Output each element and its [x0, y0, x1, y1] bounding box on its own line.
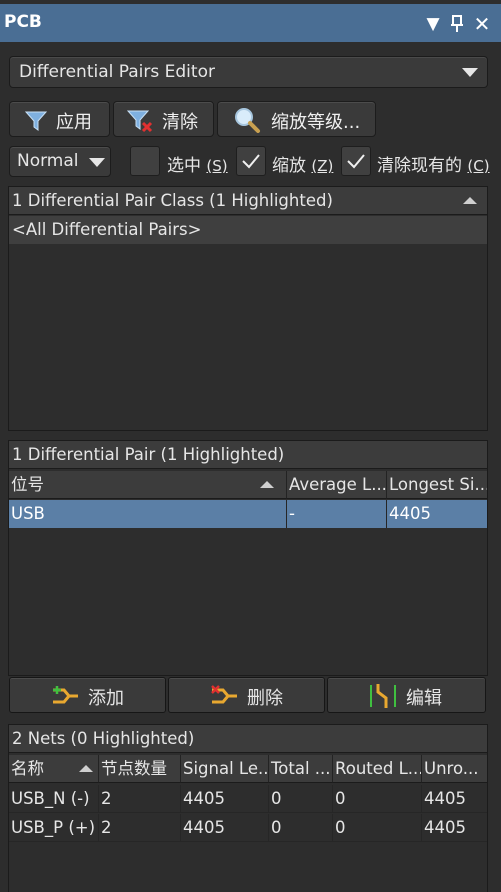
edit-label: 编辑 — [406, 688, 442, 709]
panel-selector-value: Differential Pairs Editor — [19, 62, 215, 82]
select-checkbox[interactable] — [130, 146, 160, 176]
filter-icon — [25, 111, 47, 131]
zoom-level-button[interactable]: 缩放等级... — [217, 101, 376, 137]
net-unrouted-cell: 4405 — [424, 818, 466, 837]
clear-existing-checkbox-label: 清除现有的 (C) — [377, 156, 490, 176]
column-header-signal-length[interactable]: Signal Le... — [181, 755, 269, 783]
zoom-checkbox[interactable] — [236, 146, 266, 176]
chevron-down-icon — [89, 158, 105, 167]
select-checkbox-label: 选中 (S) — [167, 156, 228, 176]
nets-panel-header: 2 Nets (0 Highlighted) — [9, 725, 487, 753]
differential-pair-classes-panel: 1 Differential Pair Class (1 Highlighted… — [8, 186, 488, 431]
checkmark-icon — [347, 154, 365, 169]
panel-menu-icon[interactable]: ▼ — [421, 10, 445, 38]
clear-button[interactable]: 清除 — [113, 101, 214, 137]
column-header-unrouted[interactable]: Unro... — [422, 755, 487, 783]
table-row[interactable]: USB_P (+) 2 4405 0 0 4405 — [9, 814, 487, 842]
magnifier-icon — [235, 108, 260, 133]
edit-pair-icon — [370, 684, 396, 708]
classes-panel-header: 1 Differential Pair Class (1 Highlighted… — [9, 187, 487, 215]
apply-button[interactable]: 应用 — [9, 101, 110, 137]
add-label: 添加 — [88, 688, 124, 709]
classes-panel-header-text: 1 Differential Pair Class (1 Highlighted… — [12, 191, 333, 210]
sort-ascending-icon — [260, 481, 274, 488]
close-icon[interactable]: ✕ — [470, 10, 494, 38]
pairs-panel-header: 1 Differential Pair (1 Highlighted) — [9, 441, 487, 469]
table-row[interactable]: USB_N (-) 2 4405 0 0 4405 — [9, 785, 487, 813]
net-signal-cell: 4405 — [181, 814, 269, 842]
add-pair-icon — [53, 686, 78, 704]
filter-mode-dropdown[interactable]: Normal — [9, 146, 111, 177]
zoom-level-label: 缩放等级... — [271, 112, 361, 133]
delete-pair-button[interactable]: 删除 — [168, 677, 325, 713]
net-name-cell: USB_P (+) — [9, 814, 99, 842]
net-signal-cell: 4405 — [181, 785, 269, 813]
pair-average-cell: - — [287, 500, 387, 528]
column-header-total[interactable]: Total ... — [269, 755, 333, 783]
apply-label: 应用 — [56, 112, 92, 133]
sort-ascending-icon[interactable] — [463, 197, 477, 204]
column-header-longest-signal[interactable]: Longest Si... — [387, 471, 487, 499]
pin-icon[interactable] — [445, 10, 469, 38]
add-pair-button[interactable]: 添加 — [9, 677, 166, 713]
net-name-cell: USB_N (-) — [9, 785, 99, 813]
class-list-item[interactable]: <All Differential Pairs> — [9, 216, 487, 244]
net-unrouted-cell: 4405 — [424, 789, 466, 808]
zoom-checkbox-label: 缩放 (Z) — [272, 156, 334, 176]
filter-clear-icon — [127, 110, 153, 133]
column-header-designator[interactable]: 位号 — [9, 471, 287, 499]
pair-designator-cell: USB — [9, 500, 287, 528]
pair-longest-cell: 4405 — [389, 504, 431, 523]
clear-label: 清除 — [162, 112, 198, 133]
net-total-cell: 0 — [269, 785, 333, 813]
column-header-routed-length[interactable]: Routed L... — [333, 755, 422, 783]
differential-pairs-panel: 1 Differential Pair (1 Highlighted) 位号 A… — [8, 440, 488, 676]
edit-pair-button[interactable]: 编辑 — [327, 677, 486, 713]
sort-ascending-icon — [79, 765, 93, 772]
panel-title: PCB — [4, 12, 42, 32]
column-header-node-count[interactable]: 节点数量 — [99, 755, 181, 783]
nets-panel: 2 Nets (0 Highlighted) 名称 节点数量 Signal Le… — [8, 724, 488, 892]
net-routed-cell: 0 — [333, 785, 422, 813]
net-total-cell: 0 — [269, 814, 333, 842]
filter-mode-value: Normal — [17, 151, 79, 171]
clear-existing-checkbox[interactable] — [341, 146, 371, 176]
net-nodes-cell: 2 — [99, 814, 181, 842]
table-row[interactable]: USB - 4405 — [9, 500, 487, 528]
net-routed-cell: 0 — [333, 814, 422, 842]
panel-title-bar: PCB ▼ ✕ — [0, 0, 501, 42]
checkmark-icon — [242, 154, 260, 169]
delete-pair-icon — [211, 685, 237, 704]
delete-label: 删除 — [247, 688, 283, 709]
net-nodes-cell: 2 — [99, 785, 181, 813]
chevron-down-icon — [462, 68, 478, 77]
panel-selector-dropdown[interactable]: Differential Pairs Editor — [9, 56, 488, 88]
column-header-average-length[interactable]: Average L... — [287, 471, 387, 499]
column-header-name[interactable]: 名称 — [9, 755, 99, 783]
